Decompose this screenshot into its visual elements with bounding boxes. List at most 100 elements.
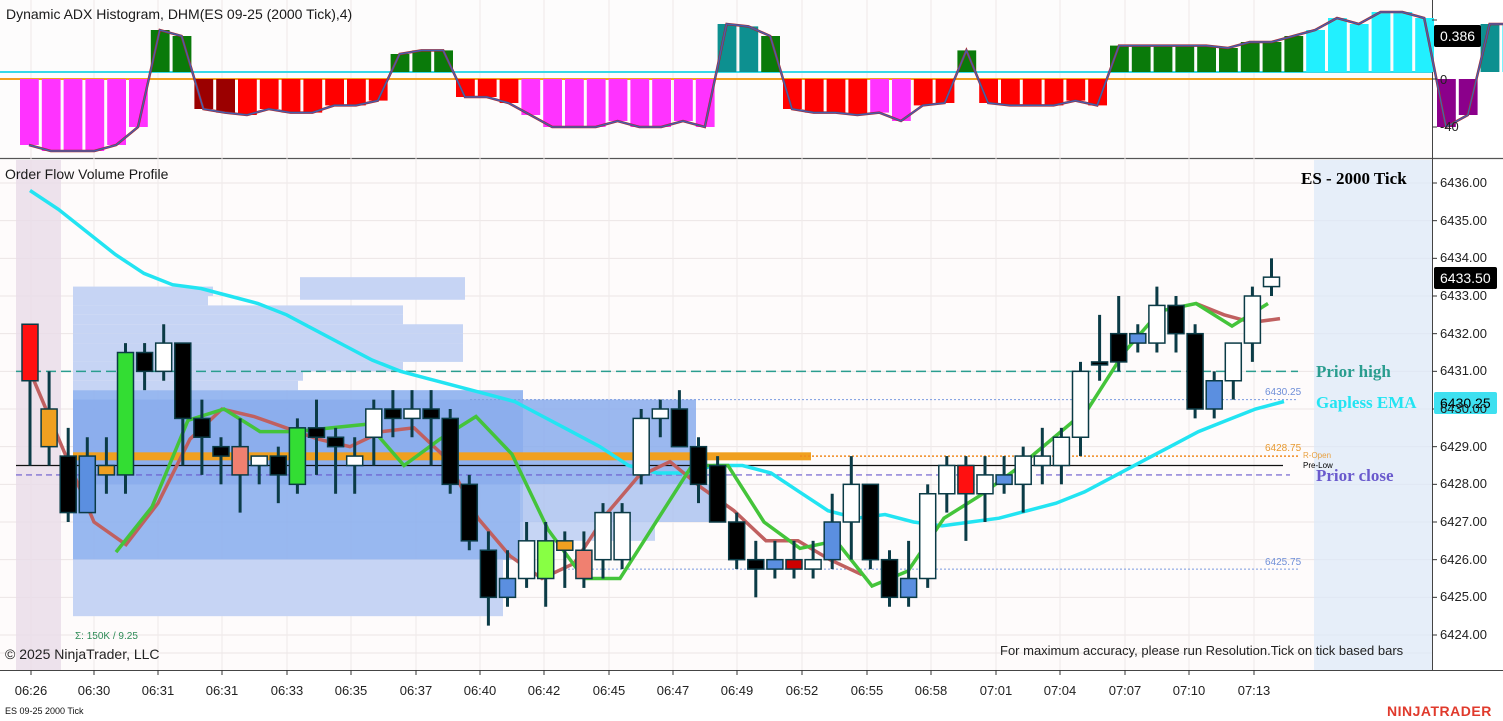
time-axis-tick: 06:49 bbox=[720, 683, 754, 698]
histogram-bar bbox=[85, 79, 105, 151]
histogram-bar bbox=[1110, 45, 1129, 72]
candle-body bbox=[1090, 361, 1109, 366]
histogram-bar bbox=[608, 79, 628, 121]
candle-body bbox=[957, 464, 975, 495]
price-axis-tick: 6427.00 bbox=[1440, 514, 1487, 529]
histogram-bar bbox=[1044, 79, 1064, 106]
session-shade-right bbox=[1314, 160, 1432, 670]
price-badge: 6433.50 bbox=[1434, 267, 1497, 289]
histogram-bar bbox=[63, 79, 83, 151]
histogram-bar bbox=[1262, 42, 1282, 72]
histogram-bar bbox=[1393, 12, 1413, 72]
histogram-bar bbox=[1153, 45, 1173, 72]
histogram-bar bbox=[1001, 79, 1020, 106]
time-axis-tick: 06:40 bbox=[463, 683, 497, 698]
histogram-bar bbox=[194, 79, 214, 109]
candle-body bbox=[632, 417, 650, 476]
histogram-bar bbox=[1022, 79, 1042, 106]
histogram-bar bbox=[1349, 24, 1369, 72]
gapless-ema-label: Gapless EMA bbox=[1316, 393, 1417, 412]
histogram-bar bbox=[347, 79, 366, 106]
histogram-bar bbox=[630, 79, 650, 127]
candle-body bbox=[670, 408, 689, 448]
time-axis-tick: 07:10 bbox=[1172, 683, 1206, 698]
time-axis-tick: 06:26 bbox=[14, 683, 48, 698]
candle-body bbox=[785, 558, 803, 570]
histogram-bar bbox=[303, 79, 323, 113]
candle-body bbox=[1243, 295, 1262, 344]
histogram-bar bbox=[238, 79, 257, 115]
profile-bar bbox=[73, 305, 403, 315]
candle-body bbox=[479, 549, 498, 599]
candle-body bbox=[1071, 370, 1090, 439]
indicator-axis-zero: 0 bbox=[1440, 72, 1448, 87]
level-6425-label: 6425.75 bbox=[1265, 557, 1302, 568]
profile-bar bbox=[520, 522, 655, 541]
candle-body bbox=[116, 351, 135, 476]
histogram-bar bbox=[107, 79, 126, 145]
candle-body bbox=[307, 427, 326, 439]
candle-body bbox=[766, 558, 784, 570]
time-axis-tick: 06:33 bbox=[270, 683, 304, 698]
candle-body bbox=[651, 408, 670, 420]
time-axis-tick: 06:31 bbox=[141, 683, 175, 698]
price-axis-tick: 6426.00 bbox=[1440, 551, 1487, 567]
time-axis-tick: 06:47 bbox=[656, 683, 690, 698]
price-axis-tick: 6436.00 bbox=[1440, 175, 1487, 190]
candle-body bbox=[1014, 455, 1032, 486]
time-axis-tick: 06:37 bbox=[399, 683, 433, 698]
candle-body bbox=[747, 558, 765, 570]
profile-bar bbox=[73, 324, 463, 334]
candle-body bbox=[59, 455, 77, 514]
chart-canvas bbox=[0, 0, 1503, 721]
histogram-bar bbox=[870, 79, 889, 113]
candle-body bbox=[613, 511, 631, 561]
candle-body bbox=[1033, 455, 1052, 467]
candle-body bbox=[460, 483, 479, 542]
candle-body bbox=[193, 417, 211, 438]
candle-body bbox=[823, 521, 841, 561]
histogram-bar bbox=[477, 79, 497, 97]
price-axis-tick: 6434.00 bbox=[1440, 250, 1487, 266]
candle-body bbox=[517, 540, 536, 580]
candle-body bbox=[288, 427, 307, 486]
histogram-bar bbox=[150, 30, 170, 72]
time-axis-tick: 07:04 bbox=[1043, 683, 1077, 698]
histogram-bar bbox=[521, 79, 541, 115]
time-axis-tick: 06:30 bbox=[77, 683, 111, 698]
copyright-label: © 2025 NinjaTrader, LLC bbox=[5, 646, 160, 662]
candle-body bbox=[918, 493, 937, 580]
price-axis-tick: 6429.00 bbox=[1440, 438, 1487, 454]
candle-body bbox=[154, 342, 173, 373]
histogram-bar bbox=[1175, 45, 1195, 72]
ninjatrader-logo: NINJATRADER bbox=[1387, 703, 1492, 719]
price-axis-tick: 6432.00 bbox=[1440, 325, 1487, 341]
histogram-bar bbox=[739, 26, 759, 72]
candle-body bbox=[804, 558, 822, 570]
histogram-bar bbox=[412, 50, 432, 72]
candle-body bbox=[1129, 332, 1147, 344]
candle-body bbox=[174, 342, 192, 420]
instrument-label: ES 09-25 2000 Tick bbox=[5, 706, 84, 716]
candle-body bbox=[708, 464, 727, 523]
candle-body bbox=[1167, 304, 1185, 335]
profile-bar bbox=[73, 559, 503, 617]
histogram-bar bbox=[1328, 18, 1347, 72]
histogram-bar bbox=[1371, 12, 1391, 72]
candle-body bbox=[422, 408, 440, 420]
histogram-bar bbox=[783, 79, 802, 109]
histogram-bar bbox=[281, 79, 301, 113]
time-axis-tick: 06:31 bbox=[205, 683, 239, 698]
histogram-bar bbox=[586, 79, 606, 127]
candle-body bbox=[842, 483, 861, 523]
histogram-bar bbox=[259, 79, 279, 109]
histogram-bar bbox=[1240, 42, 1260, 72]
price-panel-title: Order Flow Volume Profile bbox=[5, 166, 169, 182]
candle-body bbox=[40, 408, 58, 448]
histogram-bar bbox=[848, 79, 868, 115]
histogram-bar bbox=[20, 79, 39, 145]
candle-body bbox=[899, 577, 918, 599]
profile-bar bbox=[73, 333, 463, 344]
price-axis-tick: 6424.00 bbox=[1440, 627, 1487, 642]
candle-body bbox=[976, 474, 994, 495]
